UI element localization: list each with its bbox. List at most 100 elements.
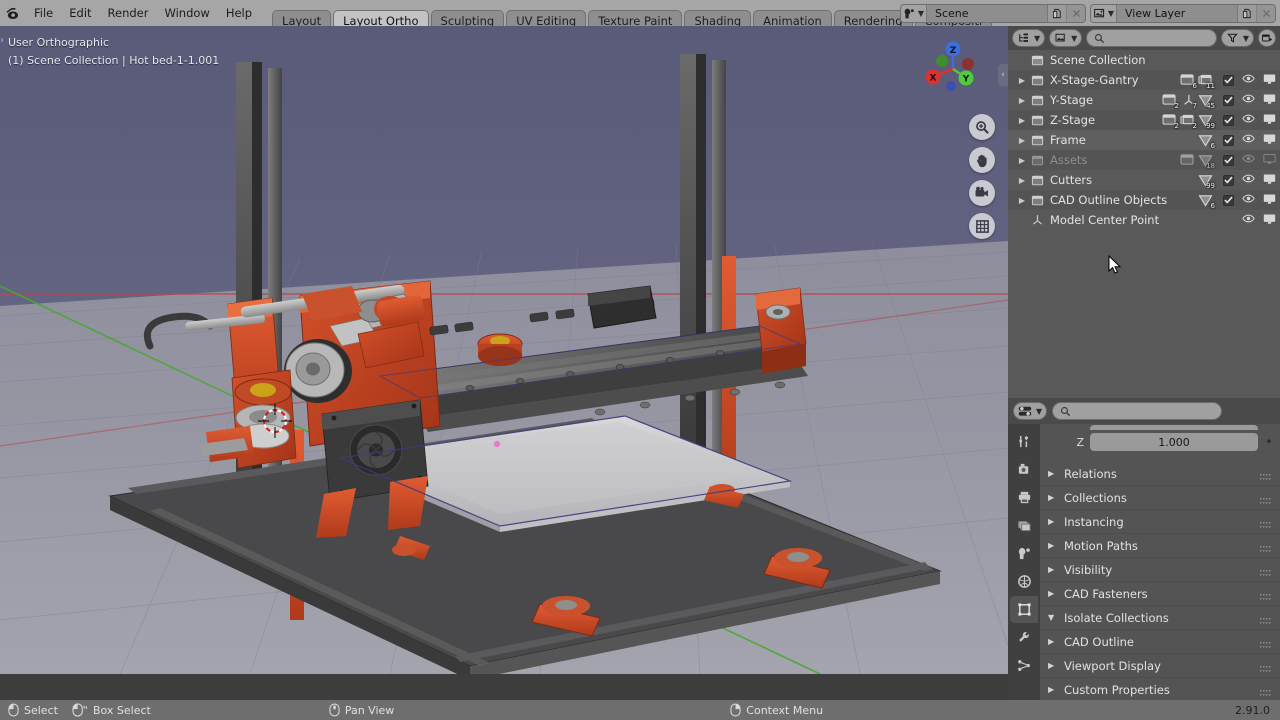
3d-viewport[interactable]: › User Orthographic (1) Scene Collection… — [0, 26, 1008, 674]
scene-tab[interactable] — [1010, 540, 1038, 567]
chevron-right-icon[interactable]: ▶ — [1048, 565, 1064, 574]
camera-icon[interactable] — [969, 180, 995, 206]
grid-icon[interactable] — [969, 213, 995, 239]
chevron-down-icon[interactable]: ▼ — [1048, 613, 1064, 622]
chevron-right-icon[interactable]: ▶ — [1048, 661, 1064, 670]
menu-help[interactable]: Help — [218, 0, 260, 26]
outliner-row[interactable]: ▶ Assets 18 — [1008, 150, 1280, 170]
panel-drag-grip[interactable] — [1260, 662, 1272, 672]
navigation-gizmo[interactable]: Z X Y — [920, 36, 986, 102]
screen-icon[interactable] — [1263, 73, 1276, 88]
menu-edit[interactable]: Edit — [61, 0, 99, 26]
menu-window[interactable]: Window — [156, 0, 217, 26]
collection-checkbox[interactable] — [1223, 154, 1234, 166]
disclosure-triangle-icon[interactable]: ▶ — [1014, 136, 1030, 145]
outliner-search-input[interactable] — [1086, 29, 1217, 47]
properties-panel-collections[interactable]: ▶ Collections — [1040, 486, 1280, 510]
disclosure-triangle-icon[interactable]: ▶ — [1014, 176, 1030, 185]
filter-funnel-icon[interactable]: ▼ — [1220, 29, 1254, 47]
filter-id-icon[interactable]: ▼ — [1049, 29, 1083, 47]
properties-panel-instancing[interactable]: ▶ Instancing — [1040, 510, 1280, 534]
outliner-row[interactable]: ▶ Z-Stage 2 2 99 — [1008, 110, 1280, 130]
panel-drag-grip[interactable] — [1260, 638, 1272, 648]
chevron-right-icon[interactable]: ▶ — [1048, 589, 1064, 598]
panel-drag-grip[interactable] — [1260, 590, 1272, 600]
panel-drag-grip[interactable] — [1260, 566, 1272, 576]
chevron-right-icon[interactable]: ▶ — [1048, 493, 1064, 502]
screen-icon[interactable] — [1263, 113, 1276, 128]
modifier-tab[interactable] — [1010, 624, 1038, 651]
new-scene-button[interactable] — [1047, 4, 1066, 22]
view-layer-selector[interactable]: ▼ View Layer — [1090, 3, 1276, 23]
view-layer-tab[interactable] — [1010, 512, 1038, 539]
collection-checkbox[interactable] — [1223, 114, 1234, 126]
particles-tab[interactable] — [1010, 652, 1038, 679]
disclosure-triangle-icon[interactable]: ▶ — [1014, 156, 1030, 165]
menu-render[interactable]: Render — [100, 0, 157, 26]
eye-icon[interactable] — [1242, 153, 1255, 167]
properties-panel-relations[interactable]: ▶ Relations — [1040, 462, 1280, 486]
panel-drag-grip[interactable] — [1260, 686, 1272, 696]
collection-checkbox[interactable] — [1223, 194, 1234, 206]
object-tab[interactable] — [1010, 596, 1038, 623]
render-tab[interactable] — [1010, 456, 1038, 483]
blender-logo-icon[interactable] — [0, 0, 26, 26]
new-view-layer-button[interactable] — [1237, 4, 1256, 22]
chevron-right-icon[interactable]: ▶ — [1048, 637, 1064, 646]
tool-tab[interactable] — [1010, 428, 1038, 455]
properties-panel-isolate-collections[interactable]: ▼ Isolate Collections — [1040, 606, 1280, 630]
properties-panel-cad-fasteners[interactable]: ▶ CAD Fasteners — [1040, 582, 1280, 606]
zoom-icon[interactable] — [969, 114, 995, 140]
panel-drag-grip[interactable] — [1260, 614, 1272, 624]
viewport-n-panel-tab[interactable]: ‹ — [998, 64, 1008, 86]
properties-panel-viewport-display[interactable]: ▶ Viewport Display — [1040, 654, 1280, 678]
outliner-row[interactable]: ▶ Y-Stage 2 7 45 — [1008, 90, 1280, 110]
eye-icon[interactable] — [1242, 213, 1255, 227]
unlink-scene-button[interactable] — [1066, 4, 1085, 22]
eye-icon[interactable] — [1242, 113, 1255, 127]
view-layer-icon[interactable]: ▼ — [1091, 4, 1117, 22]
screen-icon[interactable] — [1263, 93, 1276, 108]
scene-name[interactable]: Scene — [927, 4, 1047, 22]
outliner-row[interactable]: ▶ CAD Outline Objects 6 — [1008, 190, 1280, 210]
collection-checkbox[interactable] — [1223, 174, 1234, 186]
animate-property-icon[interactable]: • — [1264, 436, 1274, 448]
outliner-row[interactable]: ▶ X-Stage-Gantry 6 11 — [1008, 70, 1280, 90]
outliner-editor[interactable]: ▼ ▼ ▼ ▶ Scene — [1008, 26, 1280, 398]
outliner-row[interactable]: ▶ Frame 6 — [1008, 130, 1280, 150]
screen-icon[interactable] — [1263, 193, 1276, 208]
screen-icon[interactable] — [1263, 173, 1276, 188]
collection-checkbox[interactable] — [1223, 134, 1234, 146]
panel-drag-grip[interactable] — [1260, 542, 1272, 552]
panel-drag-grip[interactable] — [1260, 470, 1272, 480]
properties-panel-custom-properties[interactable]: ▶ Custom Properties — [1040, 678, 1280, 702]
properties-panel-visibility[interactable]: ▶ Visibility — [1040, 558, 1280, 582]
properties-editor-icon[interactable]: ▼ — [1013, 402, 1048, 420]
hand-icon[interactable] — [969, 147, 995, 173]
viewport-sidebar-toggle[interactable]: › — [0, 35, 4, 46]
properties-search-input[interactable] — [1052, 402, 1223, 420]
new-collection-icon[interactable] — [1258, 29, 1276, 47]
disclosure-triangle-icon[interactable]: ▶ — [1014, 76, 1030, 85]
screen-icon[interactable] — [1263, 133, 1276, 148]
disclosure-triangle-icon[interactable]: ▶ — [1014, 196, 1030, 205]
disclosure-triangle-icon[interactable]: ▶ — [1014, 116, 1030, 125]
outliner-row[interactable]: ▶Model Center Point — [1008, 210, 1280, 230]
eye-icon[interactable] — [1242, 193, 1255, 207]
scale-y-field-partial[interactable] — [1090, 424, 1258, 430]
screen-icon[interactable] — [1263, 213, 1276, 228]
outliner-root-row[interactable]: ▶ Scene Collection — [1008, 50, 1280, 70]
chevron-right-icon[interactable]: ▶ — [1048, 685, 1064, 694]
disclosure-triangle-icon[interactable]: ▶ — [1014, 96, 1030, 105]
chevron-right-icon[interactable]: ▶ — [1048, 469, 1064, 478]
eye-icon[interactable] — [1242, 73, 1255, 87]
eye-icon[interactable] — [1242, 173, 1255, 187]
eye-icon[interactable] — [1242, 93, 1255, 107]
outliner-display-mode-icon[interactable]: ▼ — [1012, 29, 1046, 47]
remove-view-layer-button[interactable] — [1256, 4, 1275, 22]
scale-z-field[interactable]: 1.000 — [1090, 433, 1258, 451]
outliner-row[interactable]: ▶ Cutters 99 — [1008, 170, 1280, 190]
screen-icon[interactable] — [1263, 153, 1276, 168]
panel-drag-grip[interactable] — [1260, 494, 1272, 504]
output-tab[interactable] — [1010, 484, 1038, 511]
